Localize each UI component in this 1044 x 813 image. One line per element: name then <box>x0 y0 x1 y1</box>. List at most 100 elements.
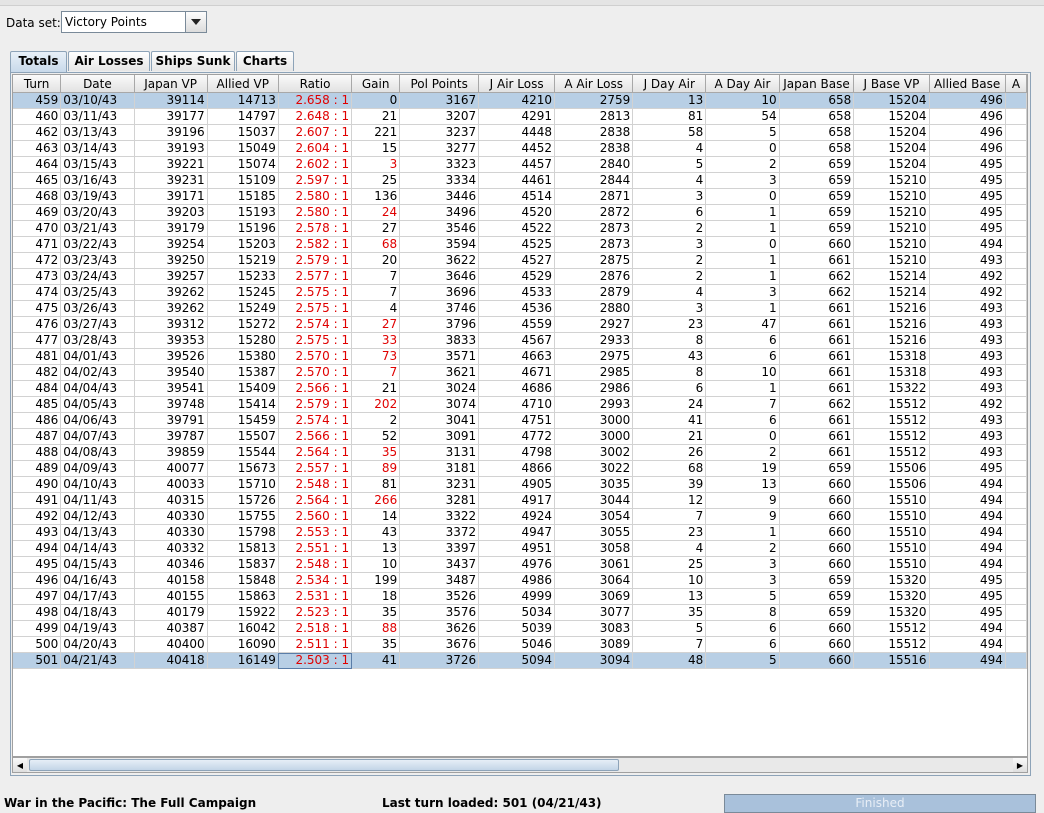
table-cell[interactable]: 661 <box>779 364 855 381</box>
table-cell[interactable]: 35 <box>351 604 401 621</box>
table-cell[interactable]: 35 <box>351 636 401 653</box>
table-cell[interactable]: 661 <box>779 412 855 429</box>
table-cell[interactable]: 468 <box>13 188 62 205</box>
table-row[interactable]: 493 04/13/43 40330 15798 2.553 : 1 43 3372 4947… <box>13 524 1027 541</box>
table-cell[interactable]: 2.658 : 1 <box>278 92 353 109</box>
table-cell[interactable]: 25 <box>632 556 707 573</box>
table-cell[interactable]: 81 <box>632 108 707 125</box>
table-cell[interactable]: 4905 <box>478 476 556 493</box>
table-cell[interactable]: 04/08/43 <box>60 444 135 461</box>
table-cell[interactable]: 658 <box>779 92 855 109</box>
column-header[interactable]: Gain <box>351 75 401 93</box>
table-row[interactable]: 488 04/08/43 39859 15544 2.564 : 1 35 3131 4798… <box>13 444 1027 461</box>
table-cell[interactable]: 3 <box>705 556 780 573</box>
table-cell[interactable]: 15196 <box>207 220 279 237</box>
table-cell[interactable]: 5 <box>632 620 707 637</box>
table-cell[interactable]: 0 <box>705 428 780 445</box>
table-cell[interactable]: 659 <box>779 172 855 189</box>
table-cell[interactable]: 6 <box>632 380 707 397</box>
table-cell[interactable]: 14713 <box>207 92 279 109</box>
table-cell[interactable]: 52 <box>351 428 401 445</box>
table-row[interactable]: 471 03/22/43 39254 15203 2.582 : 1 68 3594 4525… <box>13 236 1027 253</box>
table-cell[interactable]: 15922 <box>207 604 279 621</box>
table-cell[interactable]: 3 <box>632 236 707 253</box>
table-cell[interactable]: 659 <box>779 204 855 221</box>
table-cell[interactable]: 493 <box>929 412 1006 429</box>
table-cell[interactable]: 04/16/43 <box>60 572 135 589</box>
column-header[interactable]: A Air Loss <box>554 75 634 93</box>
table-cell[interactable] <box>1005 124 1027 141</box>
table-cell[interactable]: 81 <box>351 476 401 493</box>
table-cell[interactable]: 5094 <box>478 652 556 669</box>
table-cell[interactable]: 39193 <box>134 140 208 157</box>
table-cell[interactable]: 13 <box>632 588 707 605</box>
table-cell[interactable]: 15813 <box>207 540 279 557</box>
table-cell[interactable]: 2 <box>632 252 707 269</box>
column-header[interactable]: Japan VP <box>134 75 208 93</box>
table-row[interactable]: 486 04/06/43 39791 15459 2.574 : 1 2 3041 4751 3… <box>13 412 1027 429</box>
table-cell[interactable]: 4 <box>632 172 707 189</box>
table-cell[interactable]: 15507 <box>207 428 279 445</box>
table-row[interactable]: 463 03/14/43 39193 15049 2.604 : 1 15 3277 4452… <box>13 140 1027 157</box>
table-cell[interactable]: 4448 <box>478 124 556 141</box>
table-cell[interactable]: 460 <box>13 108 62 125</box>
table-cell[interactable]: 15510 <box>853 508 930 525</box>
table-cell[interactable]: 662 <box>779 396 855 413</box>
table-cell[interactable]: 660 <box>779 652 855 669</box>
table-cell[interactable]: 2.566 : 1 <box>278 428 353 445</box>
table-cell[interactable] <box>1005 556 1027 573</box>
table-cell[interactable]: 2.578 : 1 <box>278 220 353 237</box>
table-cell[interactable]: 4527 <box>478 252 556 269</box>
table-cell[interactable]: 660 <box>779 540 855 557</box>
table-cell[interactable]: 3696 <box>399 284 480 301</box>
table-cell[interactable]: 659 <box>779 156 855 173</box>
table-row[interactable]: 498 04/18/43 40179 15922 2.523 : 1 35 3576 5034… <box>13 604 1027 621</box>
table-cell[interactable]: 15510 <box>853 540 930 557</box>
table-cell[interactable]: 500 <box>13 636 62 653</box>
table-cell[interactable]: 4536 <box>478 300 556 317</box>
table-cell[interactable]: 39171 <box>134 188 208 205</box>
table-cell[interactable]: 495 <box>929 204 1006 221</box>
table-cell[interactable]: 493 <box>929 348 1006 365</box>
table-cell[interactable]: 15280 <box>207 332 279 349</box>
table-cell[interactable]: 8 <box>632 332 707 349</box>
table-cell[interactable]: 26 <box>632 444 707 461</box>
table-cell[interactable]: 497 <box>13 588 62 605</box>
table-cell[interactable]: 2.548 : 1 <box>278 556 353 573</box>
table-cell[interactable]: 495 <box>13 556 62 573</box>
table-cell[interactable]: 39540 <box>134 364 208 381</box>
table-cell[interactable]: 4 <box>632 284 707 301</box>
table-cell[interactable] <box>1005 252 1027 269</box>
table-cell[interactable]: 04/04/43 <box>60 380 135 397</box>
table-cell[interactable]: 21 <box>632 428 707 445</box>
table-cell[interactable]: 40033 <box>134 476 208 493</box>
table-cell[interactable]: 4999 <box>478 588 556 605</box>
table-cell[interactable]: 661 <box>779 348 855 365</box>
table-cell[interactable]: 15512 <box>853 428 930 445</box>
table-cell[interactable]: 2.580 : 1 <box>278 204 353 221</box>
table-cell[interactable]: 3726 <box>399 652 480 669</box>
table-cell[interactable]: 39541 <box>134 380 208 397</box>
table-cell[interactable]: 04/15/43 <box>60 556 135 573</box>
table-cell[interactable]: 495 <box>929 172 1006 189</box>
table-cell[interactable]: 15185 <box>207 188 279 205</box>
table-cell[interactable]: 659 <box>779 604 855 621</box>
table-cell[interactable] <box>1005 492 1027 509</box>
table-cell[interactable]: 41 <box>632 412 707 429</box>
table-cell[interactable]: 661 <box>779 380 855 397</box>
table-cell[interactable]: 7 <box>351 268 401 285</box>
table-cell[interactable]: 3035 <box>554 476 634 493</box>
table-cell[interactable]: 8 <box>705 604 780 621</box>
table-cell[interactable]: 493 <box>929 316 1006 333</box>
table-cell[interactable]: 15216 <box>853 300 930 317</box>
table-cell[interactable]: 3024 <box>399 380 480 397</box>
table-cell[interactable]: 15506 <box>853 476 930 493</box>
table-cell[interactable]: 2.575 : 1 <box>278 284 353 301</box>
table-cell[interactable]: 39177 <box>134 108 208 125</box>
table-cell[interactable]: 3281 <box>399 492 480 509</box>
table-cell[interactable]: 494 <box>929 524 1006 541</box>
table-cell[interactable]: 2 <box>632 268 707 285</box>
table-cell[interactable]: 2986 <box>554 380 634 397</box>
table-cell[interactable] <box>1005 588 1027 605</box>
table-cell[interactable]: 5039 <box>478 620 556 637</box>
